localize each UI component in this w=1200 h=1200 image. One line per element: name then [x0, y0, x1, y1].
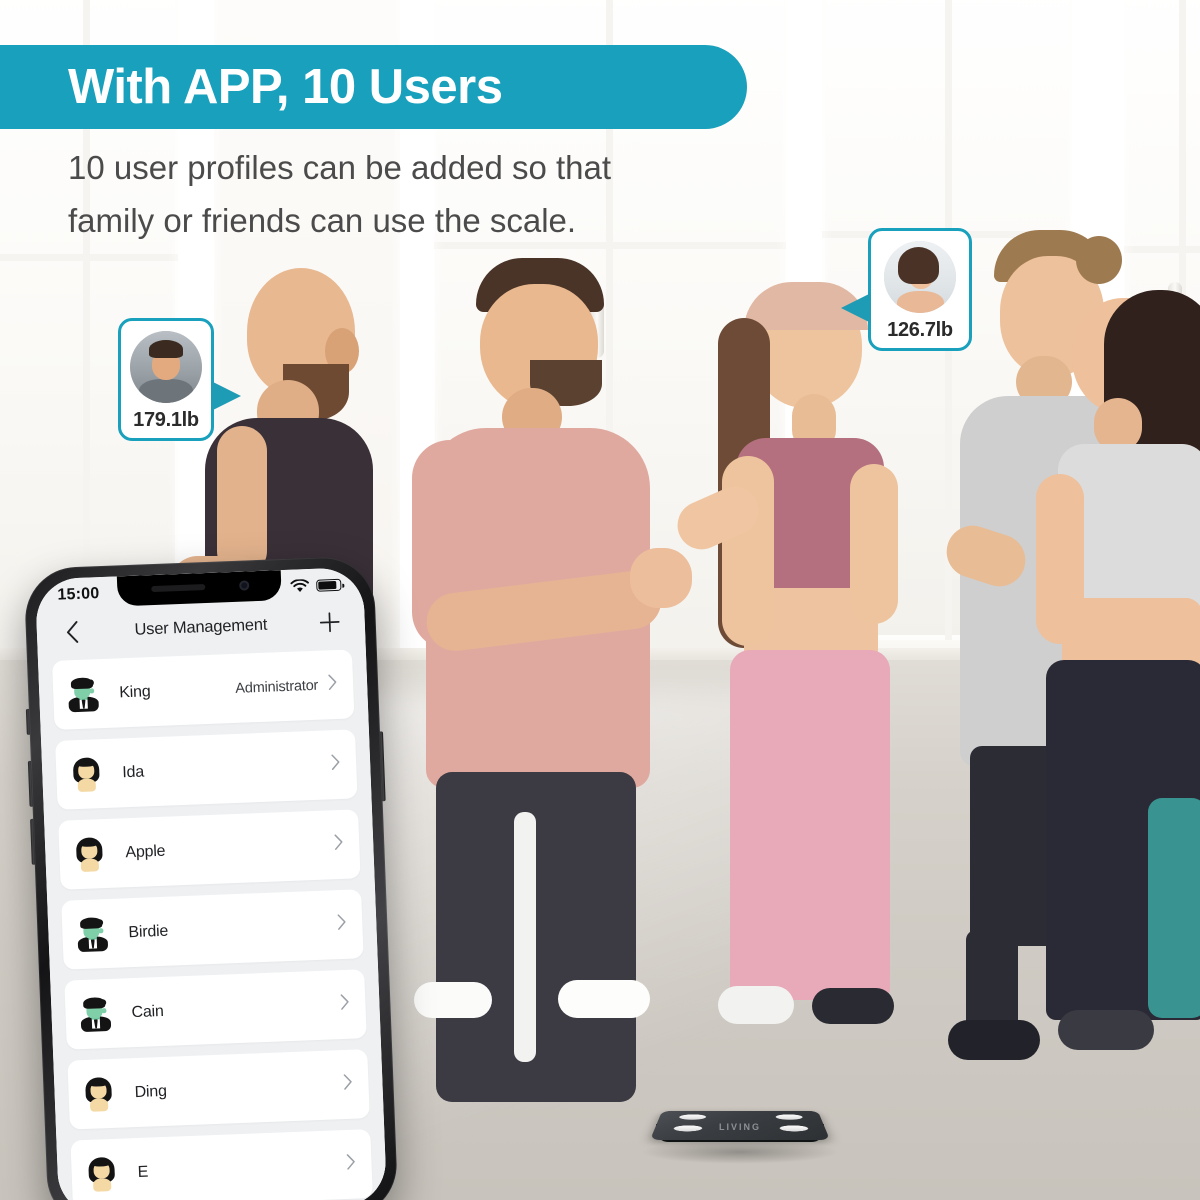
- user-row-e[interactable]: E: [70, 1129, 373, 1200]
- chevron-right-icon: [343, 1074, 353, 1095]
- callout-avatar-male: [130, 331, 202, 403]
- wifi-icon: [290, 579, 309, 592]
- subheadline: 10 user profiles can be added so that fa…: [68, 142, 728, 248]
- chevron-right-icon: [337, 914, 347, 935]
- callout-tail-right: [841, 293, 871, 323]
- chevron-right-icon: [346, 1154, 356, 1175]
- scale-electrode-tl: [678, 1114, 707, 1120]
- avatar-male-icon: [76, 916, 109, 953]
- user-row-apple[interactable]: Apple: [58, 809, 361, 890]
- user-name: Ding: [134, 1082, 168, 1101]
- scale-electrode-tr: [775, 1114, 804, 1120]
- battery-icon: [316, 578, 342, 592]
- phone-screen-bezel: 15:00 User Management King Administrator…: [34, 566, 388, 1200]
- avatar-female-icon: [85, 1156, 118, 1192]
- user-name: Ida: [122, 762, 145, 781]
- page-title: User Management: [134, 615, 268, 639]
- chevron-right-icon: [328, 674, 338, 695]
- status-time: 15:00: [57, 585, 100, 604]
- smart-body-scale: LIVING: [650, 1080, 830, 1158]
- user-name: King: [118, 682, 151, 701]
- chevron-right-icon: [331, 754, 341, 775]
- chevron-left-icon: [66, 621, 78, 643]
- avatar-female-icon: [82, 1076, 115, 1112]
- headline-text: With APP, 10 Users: [68, 60, 503, 114]
- user-row-ida[interactable]: Ida: [55, 729, 358, 810]
- weight-value-right: 126.7lb: [887, 319, 953, 341]
- person-pink-outfit-woman: [669, 282, 960, 1058]
- subheadline-line-2: family or friends can use the scale.: [68, 201, 577, 239]
- user-row-ding[interactable]: Ding: [67, 1049, 370, 1130]
- callout-avatar-female: [884, 241, 956, 313]
- user-name: Birdie: [128, 922, 169, 941]
- status-indicators: [290, 578, 342, 594]
- weight-value-left: 179.1lb: [133, 409, 199, 431]
- user-row-cain[interactable]: Cain: [64, 969, 367, 1050]
- weight-callout-right: 126.7lb: [841, 228, 972, 351]
- back-button[interactable]: [56, 617, 87, 648]
- avatar-female-icon: [73, 837, 106, 873]
- scale-brand-label: LIVING: [718, 1122, 761, 1132]
- person-white-top-woman: [1036, 290, 1200, 1098]
- user-name: E: [137, 1163, 149, 1181]
- user-row-king[interactable]: King Administrator: [52, 649, 355, 730]
- add-user-button[interactable]: [314, 607, 345, 638]
- user-role-badge: Administrator: [235, 677, 319, 697]
- avatar-male-icon: [67, 677, 100, 713]
- app-screen: 15:00 User Management King Administrator…: [34, 566, 388, 1200]
- weight-callout-left: 179.1lb: [118, 318, 241, 441]
- person-pink-tshirt-man: [412, 252, 708, 1102]
- user-name: Apple: [125, 842, 166, 861]
- headline-banner: With APP, 10 Users: [0, 45, 747, 129]
- subheadline-line-1: 10 user profiles can be added so that: [68, 149, 612, 186]
- plus-icon: [319, 612, 340, 633]
- user-list[interactable]: King Administrator Ida Apple Birdie Cain Ding E: [37, 640, 388, 1200]
- avatar-male-icon: [79, 996, 112, 1033]
- smartphone-mockup: 15:00 User Management King Administrator…: [23, 555, 399, 1200]
- chevron-right-icon: [334, 834, 344, 855]
- avatar-female-icon: [70, 757, 103, 793]
- chevron-right-icon: [340, 994, 350, 1015]
- callout-tail-left: [211, 381, 241, 411]
- user-name: Cain: [131, 1002, 164, 1021]
- user-row-birdie[interactable]: Birdie: [61, 889, 364, 970]
